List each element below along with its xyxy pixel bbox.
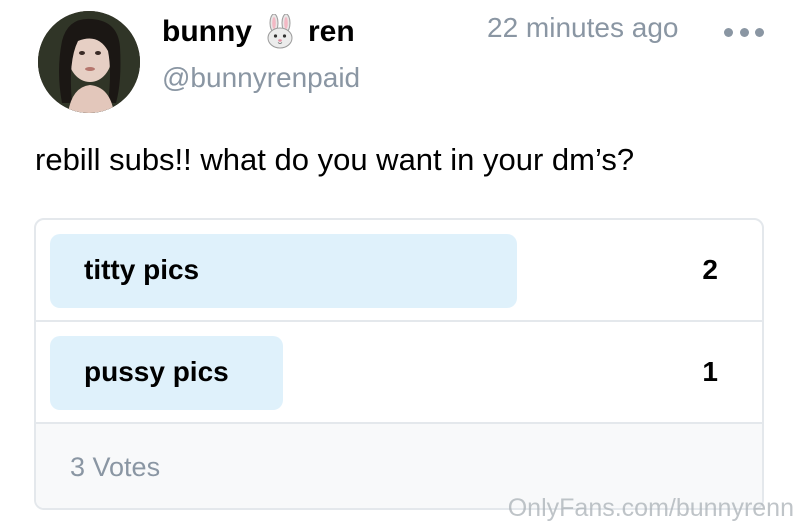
post-timestamp: 22 minutes ago: [487, 12, 679, 43]
poll-option-titty-pics[interactable]: titty pics 2: [36, 220, 762, 322]
poll-option-label: pussy pics: [84, 356, 229, 387]
poll-option-count: 1: [702, 356, 718, 387]
dot: [724, 27, 733, 37]
avatar-image: [38, 11, 140, 113]
poll-option-pussy-pics[interactable]: pussy pics 1: [36, 322, 762, 424]
poll-option-label: titty pics: [84, 254, 200, 285]
more-dots-icon[interactable]: [724, 22, 764, 42]
display-name-first: bunny: [162, 15, 252, 48]
dot: [755, 27, 764, 37]
total-votes: 3 Votes: [70, 451, 161, 482]
user-handle[interactable]: @bunnyrenpaid: [162, 62, 360, 94]
dot: [739, 27, 749, 37]
post-text: rebill subs!! what do you want in your d…: [35, 142, 635, 177]
watermark: OnlyFans.com/bunnyrenn: [507, 494, 794, 522]
poll-option-count: 2: [702, 254, 718, 285]
rabbit-face-icon: [262, 14, 298, 50]
display-name[interactable]: bunny ren: [162, 10, 355, 54]
poll: titty pics 2 pussy pics 1 3 Votes: [34, 218, 764, 510]
avatar[interactable]: [38, 11, 140, 113]
display-name-last: ren: [308, 15, 355, 48]
